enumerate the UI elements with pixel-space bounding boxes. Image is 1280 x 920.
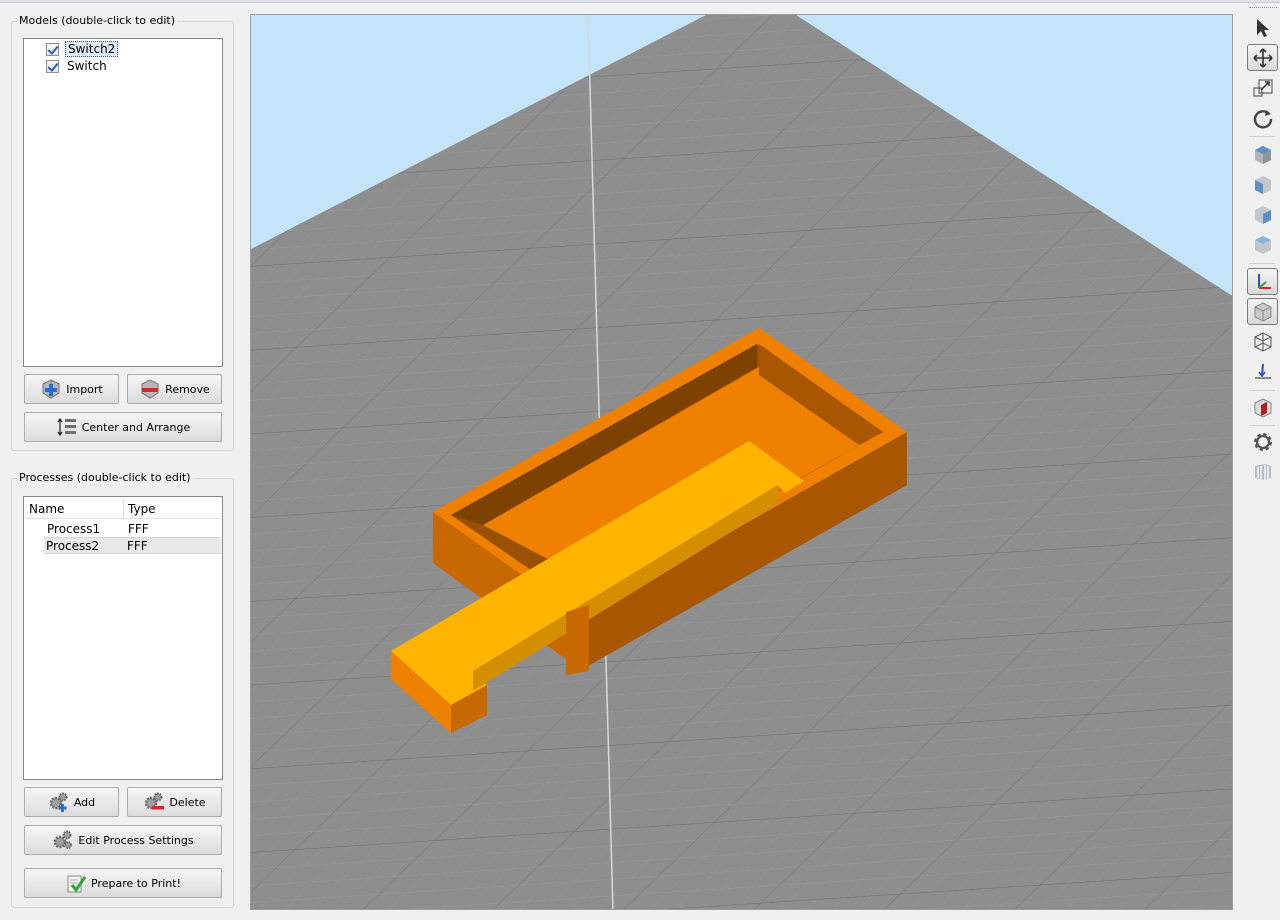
select-arrow-icon (1256, 18, 1269, 37)
process-row-1[interactable]: Process1 FFF (25, 521, 221, 538)
remove-icon (141, 379, 159, 399)
edit-process-settings-button[interactable]: Edit Process Settings (24, 825, 222, 855)
place-on-bed-button[interactable] (1247, 358, 1278, 385)
add-process-button-label: Add (73, 795, 96, 809)
model-checkbox-switch[interactable] (46, 59, 59, 73)
solid-view-icon (1254, 301, 1271, 322)
toolbar-separator (1249, 390, 1275, 391)
wireframe-view-button[interactable] (1247, 328, 1278, 355)
processes-group-title: Processes (double-click to edit) (17, 471, 193, 484)
cross-section-button[interactable] (1247, 394, 1278, 421)
move-tool-button[interactable] (1247, 44, 1278, 71)
toolbar-grip[interactable] (1249, 7, 1277, 11)
import-button[interactable]: Import (24, 374, 119, 404)
remove-button[interactable]: Remove (127, 374, 222, 404)
add-process-button[interactable]: Add (24, 787, 119, 817)
add-gears-icon (49, 792, 68, 812)
view-side-button[interactable] (1247, 201, 1278, 228)
model-checkbox-switch2[interactable] (46, 42, 59, 56)
process-name-1: Process1 (47, 522, 101, 536)
solid-view-button[interactable] (1247, 298, 1278, 325)
bed-button[interactable] (1247, 458, 1278, 485)
rotate-icon (1253, 109, 1272, 128)
models-list[interactable]: Switch2 Switch (23, 38, 223, 367)
view-front-button[interactable] (1247, 171, 1278, 198)
view-cube-icon (1254, 145, 1271, 164)
axes-icon (1257, 273, 1271, 289)
process-name-2: Process2 (46, 539, 100, 553)
view-side-icon (1254, 205, 1271, 224)
column-header-name[interactable]: Name (25, 498, 124, 518)
column-header-type[interactable]: Type (124, 498, 221, 518)
delete-process-button[interactable]: Delete (127, 787, 222, 817)
process-type-1: FFF (128, 522, 149, 536)
prepare-to-print-button-label: Prepare to Print! (90, 876, 181, 890)
scale-icon (1253, 79, 1272, 96)
gears-icon (54, 830, 73, 849)
settings-button[interactable] (1247, 428, 1278, 455)
processes-table-header: Name Type (25, 498, 221, 519)
prepare-to-print-button[interactable]: Prepare to Print! (24, 868, 222, 898)
view-iso-button[interactable] (1247, 141, 1278, 168)
settings-gear-icon (1253, 432, 1272, 451)
place-on-bed-icon (1254, 363, 1271, 379)
rotate-tool-button[interactable] (1247, 104, 1278, 131)
toolbar-separator (1249, 263, 1275, 264)
scene-canvas[interactable] (251, 15, 1233, 910)
bed-icon (1254, 463, 1271, 480)
center-arrange-icon (57, 417, 76, 437)
import-button-label: Import (66, 382, 103, 396)
models-group-title: Models (double-click to edit) (17, 14, 178, 27)
view-toolbar (1245, 4, 1279, 914)
view-front-icon (1254, 175, 1271, 194)
process-row-2[interactable]: Process2 FFF (44, 537, 221, 554)
toolbar-separator (1249, 136, 1275, 137)
show-axes-button[interactable] (1247, 268, 1278, 295)
toolbar-separator (1249, 425, 1275, 426)
scale-tool-button[interactable] (1247, 74, 1278, 101)
move-icon (1252, 47, 1273, 68)
cross-section-icon (1254, 397, 1271, 418)
processes-table[interactable]: Name Type Process1 FFF Process2 FFF (23, 496, 223, 780)
delete-process-button-label: Delete (169, 795, 206, 809)
process-type-2: FFF (127, 539, 148, 553)
edit-process-settings-button-label: Edit Process Settings (78, 833, 194, 847)
3d-viewport[interactable] (250, 14, 1233, 910)
wireframe-view-icon (1254, 331, 1271, 352)
model-label-switch: Switch (67, 59, 107, 73)
center-arrange-button-label: Center and Arrange (81, 420, 191, 434)
center-arrange-button[interactable]: Center and Arrange (24, 412, 222, 442)
delete-gears-icon (145, 792, 165, 810)
model-label-switch2: Switch2 (65, 41, 119, 57)
model-item-switch2[interactable]: Switch2 (46, 41, 119, 57)
remove-button-label: Remove (165, 382, 210, 396)
select-tool-button[interactable] (1247, 14, 1278, 41)
model-item-switch[interactable]: Switch (46, 58, 109, 74)
prepare-check-icon (67, 875, 87, 893)
view-top-icon (1254, 235, 1271, 254)
import-icon (42, 379, 60, 399)
window-top-border (0, 0, 1280, 3)
view-top-button[interactable] (1247, 231, 1278, 258)
